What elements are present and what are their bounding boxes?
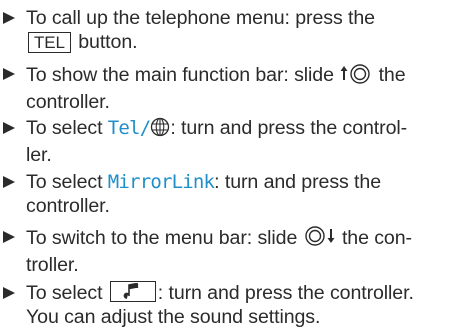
step-text: ler. [26, 144, 52, 166]
step-text: controller. [26, 91, 110, 113]
bullet-triangle-icon [3, 231, 15, 243]
step-text: To switch to the menu bar: slide [26, 227, 303, 249]
instruction-step-select-tel-internet: To select Tel/ : turn and press the contr… [0, 116, 463, 167]
globe-icon [150, 117, 170, 143]
display-text-mirrorlink: MirrorLink [107, 171, 215, 193]
step-text: : turn and press the controller. [157, 282, 414, 304]
bullet-triangle-icon [3, 176, 15, 188]
bullet-triangle-icon [3, 12, 15, 24]
step-text: To show the main function bar: slide [26, 64, 340, 86]
step-text: button. [72, 31, 138, 53]
bullet-triangle-icon [3, 68, 15, 80]
step-text: the [373, 64, 406, 86]
instruction-step-select-mirrorlink: To select MirrorLink: turn and press the… [0, 170, 463, 218]
step-text: controller. [26, 195, 110, 217]
instruction-step-sound-settings: To select : turn and press the controlle… [0, 281, 463, 329]
step-text: : turn and press the [214, 171, 381, 193]
step-text: To select [26, 117, 108, 139]
display-text-tel: Tel/ [107, 117, 151, 139]
step-text: To select [26, 171, 108, 193]
step-text: the con- [336, 227, 412, 249]
bullet-triangle-icon [3, 122, 15, 134]
tel-key: TEL [28, 32, 71, 53]
sound-settings-icon [109, 281, 156, 302]
step-text: troller. [26, 254, 79, 276]
step-text: To select [26, 282, 108, 304]
instruction-step-switch-menu-bar: To switch to the menu bar: slide the con… [0, 225, 463, 277]
bullet-triangle-icon [3, 287, 15, 299]
instruction-step-call-telephone-menu: To call up the telephone menu: press the… [0, 6, 463, 54]
step-text: You can adjust the sound settings. [26, 306, 321, 328]
step-text: : turn and press the control- [170, 117, 408, 139]
controller-slide-up-icon [339, 62, 373, 90]
step-text: To call up the telephone menu: press the [26, 7, 375, 29]
instruction-step-main-function-bar: To show the main function bar: slide the… [0, 62, 463, 114]
controller-slide-down-icon [303, 225, 337, 253]
